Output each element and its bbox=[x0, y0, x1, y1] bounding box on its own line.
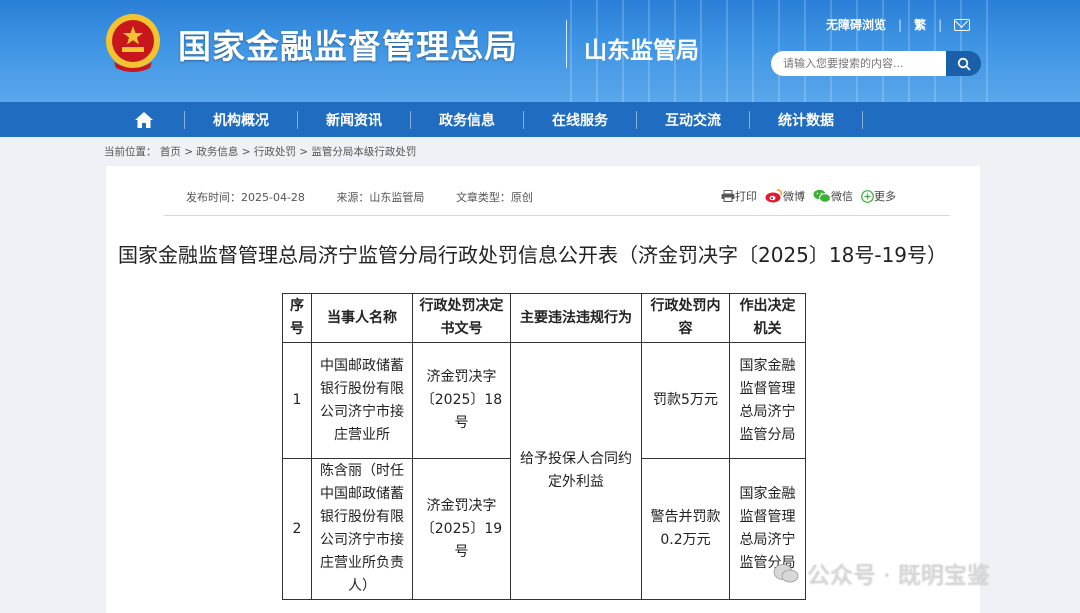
wechat-icon bbox=[813, 189, 831, 203]
breadcrumb-separator: > bbox=[184, 146, 193, 158]
table-header-row: 序号 当事人名称 行政处罚决定书文号 主要违法违规行为 行政处罚内容 作出决定机… bbox=[282, 293, 806, 343]
penalty-content: 警告并罚款0.2万元 bbox=[641, 458, 730, 600]
penalty-table: 序号 当事人名称 行政处罚决定书文号 主要违法违规行为 行政处罚内容 作出决定机… bbox=[282, 293, 806, 600]
meta-divider bbox=[164, 215, 950, 216]
breadcrumb-branch-penalty[interactable]: 监管分局本级行政处罚 bbox=[311, 146, 416, 158]
breadcrumb-separator: > bbox=[241, 146, 251, 158]
decision-number: 济金罚决字〔2025〕18号 bbox=[412, 342, 511, 459]
search-button[interactable] bbox=[946, 51, 981, 76]
site-title[interactable]: 国家金融监督管理总局 bbox=[178, 20, 518, 68]
row-number: 1 bbox=[282, 342, 312, 459]
breadcrumb-prefix: 当前位置： bbox=[104, 146, 157, 158]
breadcrumb-penalty[interactable]: 行政处罚 bbox=[254, 146, 296, 158]
print-button[interactable]: 打印 bbox=[721, 188, 757, 204]
link-separator: | bbox=[898, 17, 903, 32]
share-bar: 打印 微博 微信 更多 bbox=[721, 188, 904, 204]
wechat-label: 微信 bbox=[831, 190, 853, 203]
table-row: 1 中国邮政储蓄银行股份有限公司济宁市接庄营业所 济金罚决字〔2025〕18号 … bbox=[282, 342, 806, 600]
decision-number: 济金罚决字〔2025〕19号 bbox=[412, 458, 511, 600]
wechat-official-account-icon bbox=[773, 564, 799, 583]
article-meta: 发布时间：2025-04-28 来源：山东监管局 文章类型：原创 bbox=[186, 189, 561, 205]
weibo-label: 微博 bbox=[783, 190, 805, 203]
breadcrumb-gov-info[interactable]: 政务信息 bbox=[196, 146, 238, 158]
top-links: 无障碍浏览 | 繁 | bbox=[826, 16, 971, 33]
column-header: 作出决定机关 bbox=[729, 293, 806, 343]
nav-separator bbox=[862, 110, 863, 129]
weibo-share-button[interactable]: 微博 bbox=[765, 188, 805, 204]
home-icon bbox=[135, 111, 153, 128]
party-name: 陈含丽（时任中国邮政储蓄银行股份有限公司济宁市接庄营业所负责人） bbox=[311, 458, 413, 600]
watermark: 公众号 · 既明宝鉴 bbox=[773, 556, 990, 590]
printer-icon bbox=[721, 190, 735, 202]
traditional-chinese-link[interactable]: 繁 bbox=[914, 16, 926, 33]
weibo-icon bbox=[765, 189, 783, 203]
nav-item-about[interactable]: 机构概况 bbox=[185, 102, 297, 137]
column-header: 主要违法违规行为 bbox=[510, 293, 642, 343]
search-input[interactable] bbox=[771, 51, 946, 76]
breadcrumb: 当前位置： 首页 > 政务信息 > 行政处罚 > 监管分局本级行政处罚 bbox=[104, 144, 416, 159]
breadcrumb-separator: > bbox=[299, 146, 308, 158]
accessibility-link[interactable]: 无障碍浏览 bbox=[826, 16, 886, 33]
watermark-text: 公众号 · 既明宝鉴 bbox=[807, 563, 990, 589]
site-header: 国家金融监督管理总局 山东监管局 无障碍浏览 | 繁 | bbox=[0, 0, 1080, 102]
column-header: 当事人名称 bbox=[311, 293, 413, 343]
plus-circle-icon bbox=[861, 189, 874, 203]
breadcrumb-home[interactable]: 首页 bbox=[160, 146, 181, 158]
violation: 给予投保人合同约定外利益 bbox=[510, 342, 642, 600]
wechat-share-button[interactable]: 微信 bbox=[813, 188, 853, 204]
nav-item-interaction[interactable]: 互动交流 bbox=[637, 102, 749, 137]
title-divider bbox=[566, 20, 567, 68]
article-panel: 发布时间：2025-04-28 来源：山东监管局 文章类型：原创 打印 微博 微… bbox=[106, 166, 980, 613]
article-title: 国家金融监督管理总局济宁监管分局行政处罚信息公开表（济金罚决字〔2025〕18号… bbox=[118, 243, 948, 267]
more-share-button[interactable]: 更多 bbox=[861, 188, 896, 204]
party-name: 中国邮政储蓄银行股份有限公司济宁市接庄营业所 bbox=[311, 342, 413, 459]
penalty-content: 罚款5万元 bbox=[641, 342, 730, 459]
row-number: 2 bbox=[282, 458, 312, 600]
nav-home[interactable] bbox=[104, 102, 184, 137]
nav-item-news[interactable]: 新闻资讯 bbox=[298, 102, 410, 137]
column-header: 行政处罚决定书文号 bbox=[412, 293, 511, 343]
print-label: 打印 bbox=[735, 190, 757, 203]
nav-item-statistics[interactable]: 统计数据 bbox=[750, 102, 862, 137]
article-source: 来源：山东监管局 bbox=[336, 191, 425, 204]
branch-name[interactable]: 山东监管局 bbox=[584, 31, 699, 65]
search-icon bbox=[957, 57, 970, 70]
nav-item-gov-info[interactable]: 政务信息 bbox=[411, 102, 523, 137]
column-header: 行政处罚内容 bbox=[641, 293, 730, 343]
column-header: 序号 bbox=[282, 293, 312, 343]
nav-item-online-service[interactable]: 在线服务 bbox=[524, 102, 636, 137]
national-emblem-icon bbox=[106, 14, 160, 72]
publish-time: 发布时间：2025-04-28 bbox=[186, 191, 305, 204]
decision-authority: 国家金融监督管理总局济宁监管分局 bbox=[729, 342, 806, 459]
link-separator: | bbox=[938, 17, 943, 32]
article-type: 文章类型：原创 bbox=[455, 191, 533, 204]
more-label: 更多 bbox=[874, 190, 896, 203]
main-nav: 机构概况 新闻资讯 政务信息 在线服务 互动交流 统计数据 bbox=[0, 102, 1080, 137]
mail-icon[interactable] bbox=[954, 18, 971, 31]
